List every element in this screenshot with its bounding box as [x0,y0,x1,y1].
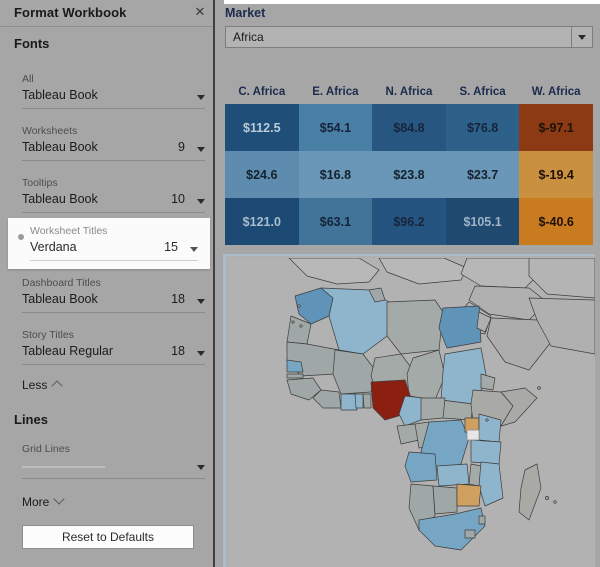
column-header: N. Africa [385,86,433,98]
column-header: E. Africa [312,86,359,98]
filter-label-market: Market [225,6,266,20]
font-field-worksheet-titles-card[interactable]: Worksheet Titles Verdana 15 [8,218,210,269]
column-header: C. Africa [238,86,286,98]
worksheet-tab-strip [215,0,600,4]
grid-line-style-preview [22,466,105,468]
market-filter-value: Africa [233,30,264,44]
table-cell[interactable]: $-40.6 [519,198,593,245]
table-cell[interactable]: $63.1 [298,198,373,245]
font-name-value: Tableau Book [22,140,98,154]
table-row: $121.0 $63.1 $96.2 $105.1 $-40.6 [225,198,593,245]
table-cell[interactable]: $84.8 [372,104,446,151]
font-name-value: Tableau Book [22,88,98,102]
format-workbook-screen: Format Workbook ✕ Fonts All Tableau Book… [0,0,600,567]
market-filter-button[interactable] [571,27,592,47]
font-name-value: Tableau Regular [22,344,114,358]
field-label: All [22,73,34,85]
table-cell[interactable]: $-97.1 [519,104,593,151]
map-panel [223,254,595,567]
field-label: Story Titles [22,329,74,341]
chevron-down-icon [53,493,66,505]
field-row[interactable]: Tableau Book [22,86,205,109]
market-filter-dropdown[interactable]: Africa [225,26,593,48]
table-cell[interactable]: $24.6 [225,151,299,198]
font-size-value: 10 [171,192,185,206]
font-field-all[interactable]: All Tableau Book [22,73,205,109]
field-row[interactable]: Verdana 15 [30,238,198,261]
table-cell[interactable]: $105.1 [445,198,520,245]
font-size-value: 18 [171,344,185,358]
chevron-down-icon[interactable] [197,147,205,152]
less-label: Less [22,378,48,392]
modified-indicator-icon [18,234,24,240]
section-heading-lines: Lines [14,412,48,427]
more-label: More [22,495,50,509]
font-field-story-titles[interactable]: Story Titles Tableau Regular 18 [22,329,205,365]
africa-choropleth-map[interactable] [229,258,595,567]
field-label: Worksheet Titles [30,225,108,237]
font-size-value: 9 [178,140,185,154]
page-title: Format Workbook [14,5,127,20]
chevron-down-icon[interactable] [197,95,205,100]
column-header: W. Africa [531,86,581,98]
font-field-tooltips[interactable]: Tooltips Tableau Book 10 [22,177,205,213]
table-cell[interactable]: $-19.4 [519,151,593,198]
field-row[interactable] [22,456,205,479]
field-label: Grid Lines [22,443,70,455]
table-cell[interactable]: $16.8 [298,151,373,198]
font-name-value: Tableau Book [22,292,98,306]
more-toggle-link[interactable]: More [22,493,66,509]
line-field-grid-lines[interactable]: Grid Lines [22,443,205,479]
map-svg [229,258,595,567]
font-field-dashboard-titles[interactable]: Dashboard Titles Tableau Book 18 [22,277,205,313]
chevron-down-icon[interactable] [197,351,205,356]
table-cell[interactable]: $96.2 [372,198,446,245]
chevron-up-icon [51,380,64,392]
field-label: Dashboard Titles [22,277,101,289]
chevron-down-icon[interactable] [197,299,205,304]
chevron-down-icon[interactable] [197,465,205,470]
font-size-value: 15 [164,240,178,254]
table-row: $24.6 $16.8 $23.8 $23.7 $-19.4 [225,151,593,198]
field-row[interactable]: Tableau Regular 18 [22,342,205,365]
tab-notch [215,0,224,10]
font-name-value: Tableau Book [22,192,98,206]
column-header: S. Africa [459,86,506,98]
field-label: Worksheets [22,125,78,137]
table-cell[interactable]: $54.1 [298,104,373,151]
field-row[interactable]: Tableau Book 18 [22,290,205,313]
table-header-row: C. Africa E. Africa N. Africa S. Africa … [225,80,593,104]
table-cell[interactable]: $112.5 [225,104,299,151]
field-row[interactable]: Tableau Book 9 [22,138,205,161]
section-heading-fonts: Fonts [14,36,50,51]
font-size-value: 18 [171,292,185,306]
font-field-worksheets[interactable]: Worksheets Tableau Book 9 [22,125,205,161]
table-cell[interactable]: $121.0 [225,198,299,245]
chevron-down-icon [578,35,586,40]
close-icon[interactable]: ✕ [193,5,207,19]
chevron-down-icon[interactable] [190,247,198,252]
region-highlight-table: C. Africa E. Africa N. Africa S. Africa … [225,80,593,245]
chevron-down-icon[interactable] [197,199,205,204]
table-cell[interactable]: $23.7 [445,151,520,198]
format-workbook-panel: Format Workbook ✕ Fonts All Tableau Book… [0,0,215,567]
table-cell[interactable]: $23.8 [372,151,446,198]
table-cell[interactable]: $76.8 [445,104,520,151]
font-field-worksheet-titles[interactable]: Worksheet Titles Verdana 15 [18,225,198,261]
panel-header: Format Workbook ✕ [0,0,215,27]
table-row: $112.5 $54.1 $84.8 $76.8 $-97.1 [225,104,593,151]
reset-to-defaults-button[interactable]: Reset to Defaults [22,525,194,549]
less-toggle-link[interactable]: Less [22,378,64,392]
font-name-value: Verdana [30,240,77,254]
dashboard-content: Market Africa C. Africa E. Africa N. Afr… [215,0,600,567]
field-row[interactable]: Tableau Book 10 [22,190,205,213]
field-label: Tooltips [22,177,58,189]
